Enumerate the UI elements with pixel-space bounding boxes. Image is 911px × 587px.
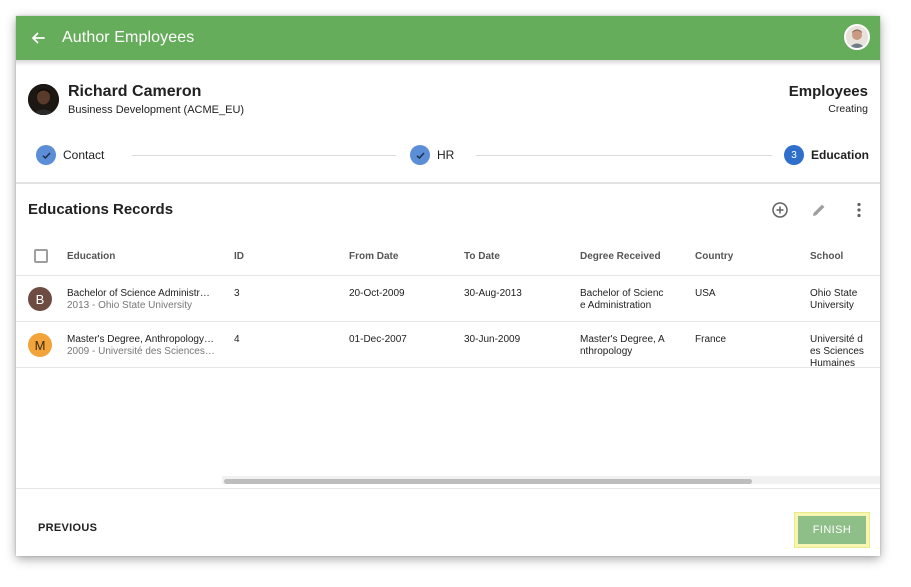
step-label: Contact <box>63 148 105 162</box>
app-bar-shadow <box>16 60 880 66</box>
column-header-to-date[interactable]: To Date <box>464 251 500 262</box>
finish-button[interactable]: FINISH <box>798 516 866 544</box>
horizontal-scrollbar[interactable] <box>224 479 752 484</box>
app-bar: Author Employees <box>16 16 880 60</box>
cell-from-date: 20-Oct-2009 <box>349 288 405 299</box>
module-status: Creating <box>828 103 868 115</box>
previous-button[interactable]: PREVIOUS <box>30 516 105 540</box>
cell-degree: Master's Degree, Anthropology <box>580 334 665 357</box>
cell-id: 4 <box>234 334 240 345</box>
divider <box>16 488 880 489</box>
column-header-degree[interactable]: Degree Received <box>580 251 661 262</box>
check-icon <box>36 145 56 165</box>
step-education[interactable]: 3 Education <box>784 144 869 166</box>
cell-country: France <box>695 334 727 345</box>
step-hr[interactable]: HR <box>410 144 454 166</box>
wizard-stepper: Contact HR 3 Education <box>36 144 869 166</box>
cell-school: Université des Sciences Humaines <box>810 334 864 369</box>
edit-pencil-icon[interactable] <box>808 199 830 221</box>
step-connector <box>476 155 772 156</box>
table-header: Education ID From Date To Date Degree Re… <box>16 238 880 276</box>
row-avatar: M <box>28 333 52 357</box>
column-header-education[interactable]: Education <box>67 251 115 262</box>
module-info: Employees Creating <box>789 83 868 115</box>
step-contact[interactable]: Contact <box>36 144 104 166</box>
employee-name: Richard Cameron <box>68 83 202 100</box>
app-window: Author Employees Richard Cameron Busines… <box>16 16 880 556</box>
column-header-school[interactable]: School <box>810 251 843 262</box>
employee-header: Richard Cameron Business Development (AC… <box>28 83 244 116</box>
cell-school: Ohio State University <box>810 288 858 311</box>
cell-to-date: 30-Aug-2013 <box>464 288 522 299</box>
more-vert-icon[interactable] <box>848 199 870 221</box>
step-label: HR <box>437 148 455 162</box>
education-subtitle: 2009 - Université des Sciences … <box>67 346 215 357</box>
module-title: Employees <box>788 83 868 100</box>
employee-photo <box>28 84 59 115</box>
cell-to-date: 30-Jun-2009 <box>464 334 521 345</box>
cell-country: USA <box>695 288 716 299</box>
table-row[interactable]: B Bachelor of Science Administr… 2013 - … <box>16 276 880 322</box>
step-label: Education <box>811 148 870 162</box>
check-icon <box>410 145 430 165</box>
cell-id: 3 <box>234 288 240 299</box>
column-header-id[interactable]: ID <box>234 251 244 262</box>
add-circle-icon[interactable] <box>769 199 791 221</box>
step-connector <box>132 155 396 156</box>
divider <box>16 182 880 184</box>
column-header-country[interactable]: Country <box>695 251 733 262</box>
cell-degree: Bachelor of Science Administration <box>580 288 664 311</box>
education-title: Master's Degree, Anthropology… <box>67 334 214 345</box>
finish-highlight: FINISH <box>794 512 870 548</box>
table-row[interactable]: M Master's Degree, Anthropology… 2009 - … <box>16 322 880 369</box>
education-subtitle: 2013 - Ohio State University <box>67 300 193 311</box>
column-header-from-date[interactable]: From Date <box>349 251 398 262</box>
row-avatar: B <box>28 287 52 311</box>
education-title: Bachelor of Science Administr… <box>67 288 210 299</box>
education-table: Education ID From Date To Date Degree Re… <box>16 238 880 369</box>
section-title: Educations Records <box>28 201 174 218</box>
arrow-left-icon[interactable] <box>26 26 50 50</box>
employee-department: Business Development (ACME_EU) <box>68 104 245 116</box>
select-all-checkbox[interactable] <box>34 249 48 263</box>
user-avatar[interactable] <box>844 24 870 50</box>
step-number: 3 <box>784 145 804 165</box>
page-title: Author Employees <box>62 29 195 46</box>
cell-from-date: 01-Dec-2007 <box>349 334 407 345</box>
